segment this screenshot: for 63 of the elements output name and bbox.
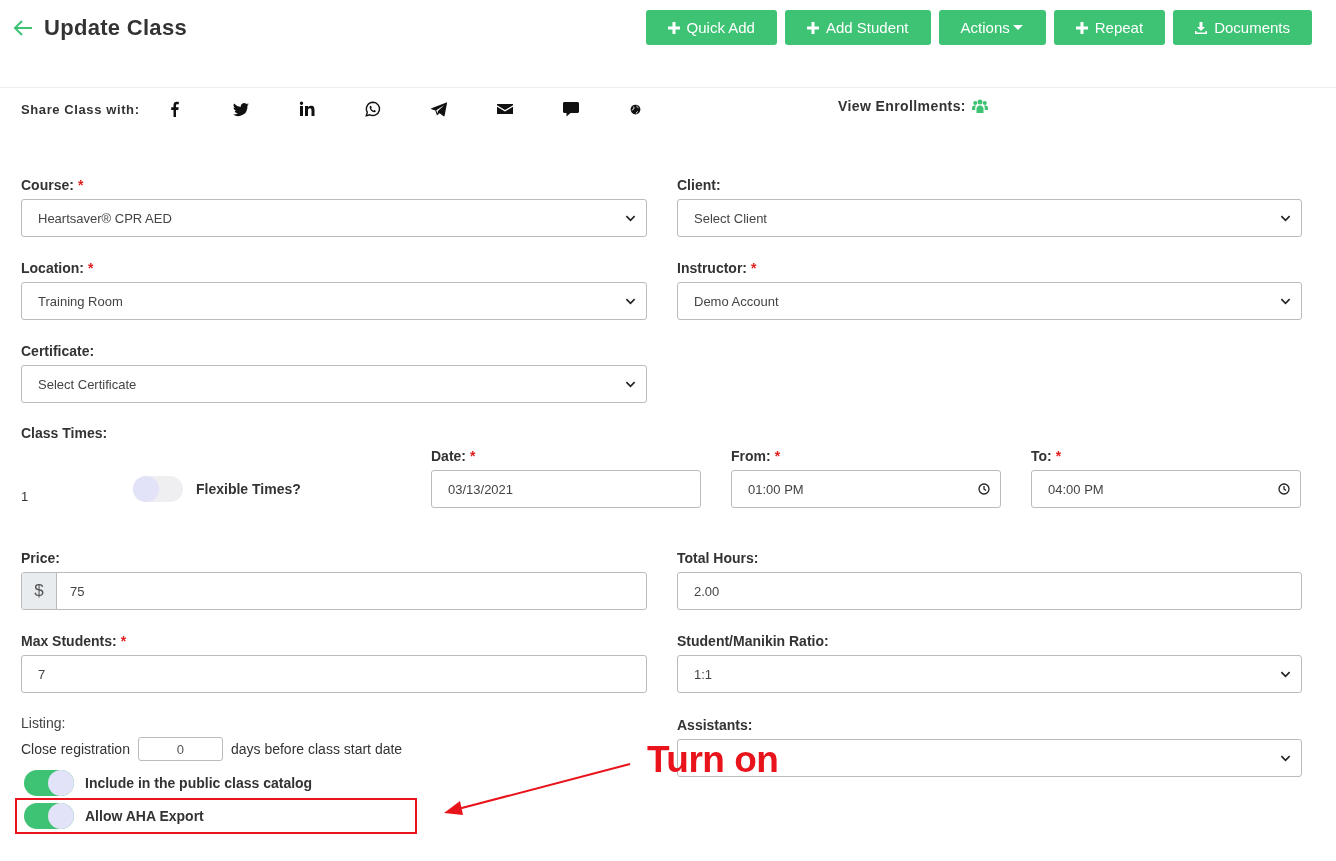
bird-icon[interactable] bbox=[233, 101, 249, 117]
input-field[interactable]: 04:00 PM bbox=[1031, 470, 1301, 508]
input-field[interactable]: $ 75 bbox=[21, 572, 647, 610]
field-label: Close registration bbox=[21, 741, 130, 757]
input-field[interactable]: 7 bbox=[21, 655, 647, 693]
plus-icon bbox=[667, 21, 680, 34]
number-field[interactable]: 0 bbox=[137, 737, 223, 761]
enrollments-label: View Enrollments: bbox=[838, 98, 966, 114]
required-mark: * bbox=[751, 259, 757, 277]
annotation-text: Turn on bbox=[647, 738, 779, 782]
field-label: Client: bbox=[677, 176, 721, 194]
page-title: Update Class bbox=[44, 15, 187, 41]
select-field[interactable]: Select Client bbox=[677, 199, 1302, 237]
toggle-label: Flexible Times? bbox=[196, 481, 301, 497]
select-field[interactable]: 1:1 bbox=[677, 655, 1302, 693]
toggle-switch[interactable] bbox=[24, 803, 74, 829]
field-label: Location: bbox=[21, 259, 84, 277]
field-label: Student/Manikin Ratio: bbox=[677, 632, 829, 650]
required-mark: * bbox=[88, 259, 94, 277]
input-field[interactable]: 01:00 PM bbox=[731, 470, 1001, 508]
field-label: To: bbox=[1031, 447, 1052, 465]
field-label: Max Students: bbox=[21, 632, 117, 650]
currency-prefix: $ bbox=[22, 573, 57, 609]
field-label: Instructor: bbox=[677, 259, 747, 277]
input-field[interactable]: 2.00 bbox=[677, 572, 1302, 610]
envelope-icon[interactable] bbox=[497, 101, 513, 117]
required-mark: * bbox=[120, 632, 127, 650]
plus-icon bbox=[806, 21, 819, 34]
chat-bubble-icon[interactable] bbox=[365, 101, 381, 117]
field-label: Price: bbox=[21, 549, 60, 567]
field-label: days before class start date bbox=[230, 741, 403, 757]
speech-bubble-icon[interactable] bbox=[563, 101, 579, 117]
plus-icon bbox=[1075, 21, 1088, 34]
select-field[interactable]: Demo Account bbox=[677, 282, 1302, 320]
clock-icon bbox=[978, 483, 990, 495]
required-mark: * bbox=[77, 176, 84, 194]
download-icon bbox=[1195, 21, 1208, 34]
field-label: Assistants: bbox=[677, 716, 753, 734]
share-label: Share Class with: bbox=[21, 101, 141, 117]
required-mark: * bbox=[1055, 447, 1062, 465]
section-label: Class Times: bbox=[21, 425, 109, 441]
select-field[interactable]: Training Room bbox=[21, 282, 647, 320]
row-number: 1 bbox=[21, 488, 30, 504]
field-label: Certificate: bbox=[21, 342, 95, 360]
field-label: Course: bbox=[21, 176, 74, 194]
required-mark: * bbox=[774, 447, 781, 465]
required-mark: * bbox=[470, 447, 476, 465]
field-label: Date: bbox=[431, 447, 466, 465]
linkedin-icon[interactable] bbox=[299, 101, 315, 117]
field-label: Total Hours: bbox=[677, 549, 759, 567]
select-field[interactable]: Select Certificate bbox=[21, 365, 647, 403]
section-label: Listing: bbox=[21, 715, 67, 731]
toggle-label: Allow AHA Export bbox=[85, 808, 204, 824]
field-value: 75 bbox=[69, 582, 86, 601]
globe-icon[interactable] bbox=[629, 102, 642, 116]
clock-icon bbox=[1278, 483, 1290, 495]
select-field[interactable]: Heartsaver® CPR AED bbox=[21, 199, 647, 237]
toggle-label: Include in the public class catalog bbox=[85, 775, 313, 791]
field-label: From: bbox=[731, 447, 771, 465]
toggle-switch[interactable] bbox=[24, 770, 74, 796]
input-field[interactable]: 03/13/2021 bbox=[431, 470, 701, 508]
toggle-switch[interactable] bbox=[133, 476, 183, 502]
paper-plane-icon[interactable] bbox=[431, 101, 447, 117]
